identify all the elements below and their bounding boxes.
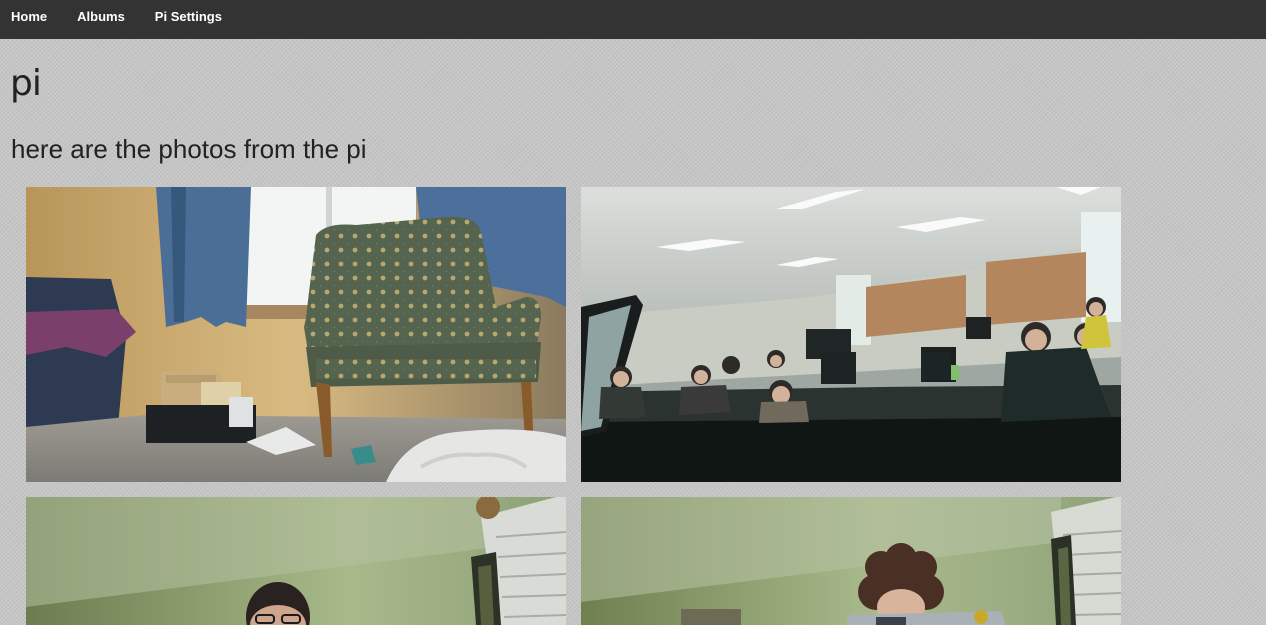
page-subtitle: here are the photos from the pi (11, 134, 367, 164)
top-navbar: Home Albums Pi Settings (0, 0, 1266, 39)
page-title: pi (10, 63, 42, 104)
photo-classroom[interactable] (581, 187, 1121, 482)
photo-man-glasses-image (26, 497, 566, 625)
photo-classroom-image (581, 187, 1121, 482)
photo-woman-laptop-image (581, 497, 1121, 625)
photo-living-room-image (26, 187, 566, 482)
photo-man-glasses[interactable] (26, 497, 566, 625)
photo-woman-laptop[interactable] (581, 497, 1121, 625)
nav-pi-settings-link[interactable]: Pi Settings (140, 0, 237, 39)
nav-albums-link[interactable]: Albums (62, 0, 140, 39)
photo-living-room[interactable] (26, 187, 566, 482)
nav-home-link[interactable]: Home (0, 0, 62, 39)
